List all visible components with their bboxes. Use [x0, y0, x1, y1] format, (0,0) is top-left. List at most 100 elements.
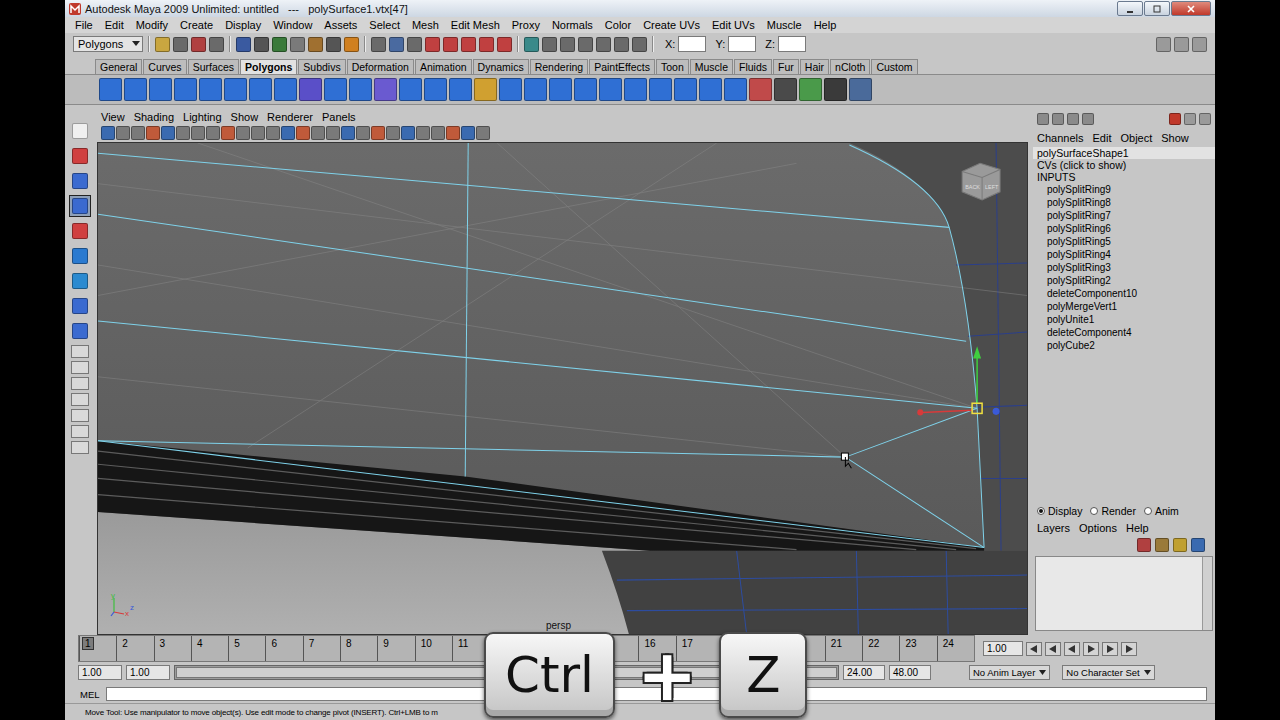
- shelf-tool-icon[interactable]: [524, 78, 547, 101]
- menu-item[interactable]: Edit: [105, 19, 124, 31]
- panel-tool-icon[interactable]: [221, 126, 235, 140]
- status-tool-icon[interactable]: [191, 37, 206, 52]
- panel-tool-icon[interactable]: [281, 126, 295, 140]
- status-tool-icon[interactable]: [524, 37, 539, 52]
- input-node[interactable]: polySplitRing3: [1033, 261, 1215, 274]
- frame-tick[interactable]: 7: [303, 636, 340, 661]
- frame-tick[interactable]: 1: [79, 636, 116, 661]
- layer-list[interactable]: [1035, 556, 1213, 631]
- panel-tool-icon[interactable]: [101, 126, 115, 140]
- channel-menu-item[interactable]: Show: [1161, 132, 1189, 144]
- shelf-tool-icon[interactable]: [274, 78, 297, 101]
- layer-menu-item[interactable]: Layers: [1037, 522, 1070, 534]
- input-node[interactable]: polySplitRing4: [1033, 248, 1215, 261]
- status-tool-icon[interactable]: [461, 37, 476, 52]
- layer-menu-item[interactable]: Help: [1126, 522, 1149, 534]
- status-tool-icon[interactable]: [443, 37, 458, 52]
- input-node[interactable]: polySplitRing2: [1033, 274, 1215, 287]
- panel-menu-item[interactable]: Panels: [322, 111, 356, 123]
- shelf-tool-icon[interactable]: [799, 78, 822, 101]
- input-node[interactable]: deleteComponent10: [1033, 287, 1215, 300]
- shelf-tab[interactable]: Curves: [143, 59, 186, 74]
- shelf-tab[interactable]: General: [95, 59, 142, 74]
- panel-toggle-icon[interactable]: [1052, 113, 1064, 125]
- channel-menu-item[interactable]: Channels: [1037, 132, 1083, 144]
- layer-mode-radio[interactable]: Render: [1090, 505, 1135, 517]
- frame-tick[interactable]: 5: [228, 636, 265, 661]
- shelf-tab[interactable]: Deformation: [347, 59, 414, 74]
- status-tool-icon[interactable]: [272, 37, 287, 52]
- input-node[interactable]: deleteComponent4: [1033, 326, 1215, 339]
- menu-set-dropdown[interactable]: Polygons: [73, 36, 143, 52]
- panel-toggle-icon[interactable]: [1037, 113, 1049, 125]
- current-frame-field[interactable]: 1.00: [983, 641, 1023, 656]
- panel-tool-icon[interactable]: [356, 126, 370, 140]
- panel-tool-icon[interactable]: [296, 126, 310, 140]
- input-node[interactable]: polySplitRing9: [1033, 183, 1215, 196]
- scrollbar[interactable]: [1202, 557, 1212, 630]
- layer-mode-radio[interactable]: Anim: [1144, 505, 1179, 517]
- status-tool-icon[interactable]: [425, 37, 440, 52]
- frame-tick[interactable]: 9: [377, 636, 414, 661]
- shelf-tool-icon[interactable]: [599, 78, 622, 101]
- menu-item[interactable]: Proxy: [512, 19, 540, 31]
- shelf-tool-icon[interactable]: [449, 78, 472, 101]
- status-tool-icon[interactable]: [479, 37, 494, 52]
- shelf-tool-icon[interactable]: [349, 78, 372, 101]
- shelf-tool-icon[interactable]: [724, 78, 747, 101]
- panel-tool-icon[interactable]: [311, 126, 325, 140]
- panel-tool-icon[interactable]: [176, 126, 190, 140]
- shelf-tool-icon[interactable]: [199, 78, 222, 101]
- panel-tool-icon[interactable]: [236, 126, 250, 140]
- frame-tick[interactable]: 6: [265, 636, 302, 661]
- layout-button[interactable]: [71, 441, 89, 454]
- shelf-tab[interactable]: Dynamics: [473, 59, 529, 74]
- menu-item[interactable]: Muscle: [767, 19, 802, 31]
- menu-item[interactable]: File: [75, 19, 93, 31]
- menu-item[interactable]: Edit Mesh: [451, 19, 500, 31]
- anim-layer-dropdown[interactable]: No Anim Layer: [969, 665, 1050, 680]
- shelf-tool-icon[interactable]: [124, 78, 147, 101]
- tool-button[interactable]: [69, 120, 91, 142]
- status-tool-icon[interactable]: [254, 37, 269, 52]
- status-tool-icon[interactable]: [542, 37, 557, 52]
- shelf-tool-icon[interactable]: [424, 78, 447, 101]
- panel-tool-icon[interactable]: [191, 126, 205, 140]
- shelf-tool-icon[interactable]: [174, 78, 197, 101]
- shelf-tool-icon[interactable]: [674, 78, 697, 101]
- range-end-field[interactable]: 24.00: [843, 665, 885, 680]
- menu-item[interactable]: Create UVs: [643, 19, 700, 31]
- status-tool-icon[interactable]: [371, 37, 386, 52]
- frame-tick[interactable]: 24: [937, 636, 974, 661]
- end-time-field[interactable]: 48.00: [889, 665, 931, 680]
- shelf-tool-icon[interactable]: [824, 78, 847, 101]
- panel-tool-icon[interactable]: [266, 126, 280, 140]
- panel-tool-icon[interactable]: [461, 126, 475, 140]
- panel-menu-item[interactable]: View: [101, 111, 125, 123]
- channel-menu-item[interactable]: Edit: [1092, 132, 1111, 144]
- menu-item[interactable]: Help: [814, 19, 837, 31]
- shelf-tool-icon[interactable]: [749, 78, 772, 101]
- panel-menu-item[interactable]: Renderer: [267, 111, 313, 123]
- tool-button[interactable]: [69, 320, 91, 342]
- shelf-tab[interactable]: Animation: [415, 59, 472, 74]
- shelf-tool-icon[interactable]: [499, 78, 522, 101]
- shelf-tool-icon[interactable]: [399, 78, 422, 101]
- panel-tool-icon[interactable]: [416, 126, 430, 140]
- shelf-tool-icon[interactable]: [549, 78, 572, 101]
- shelf-tool-icon[interactable]: [699, 78, 722, 101]
- shelf-tool-icon[interactable]: [324, 78, 347, 101]
- status-tool-icon[interactable]: [389, 37, 404, 52]
- tool-settings-icon[interactable]: [1174, 37, 1189, 52]
- layer-tool-icon[interactable]: [1173, 538, 1187, 552]
- tool-button[interactable]: [69, 220, 91, 242]
- menu-item[interactable]: Window: [273, 19, 312, 31]
- minimize-button[interactable]: [1117, 1, 1143, 16]
- panel-tool-icon[interactable]: [431, 126, 445, 140]
- status-tool-icon[interactable]: [560, 37, 575, 52]
- status-tool-icon[interactable]: [236, 37, 251, 52]
- layer-tool-icon[interactable]: [1155, 538, 1169, 552]
- panel-tool-icon[interactable]: [476, 126, 490, 140]
- maximize-button[interactable]: [1144, 1, 1170, 16]
- frame-tick[interactable]: 23: [899, 636, 936, 661]
